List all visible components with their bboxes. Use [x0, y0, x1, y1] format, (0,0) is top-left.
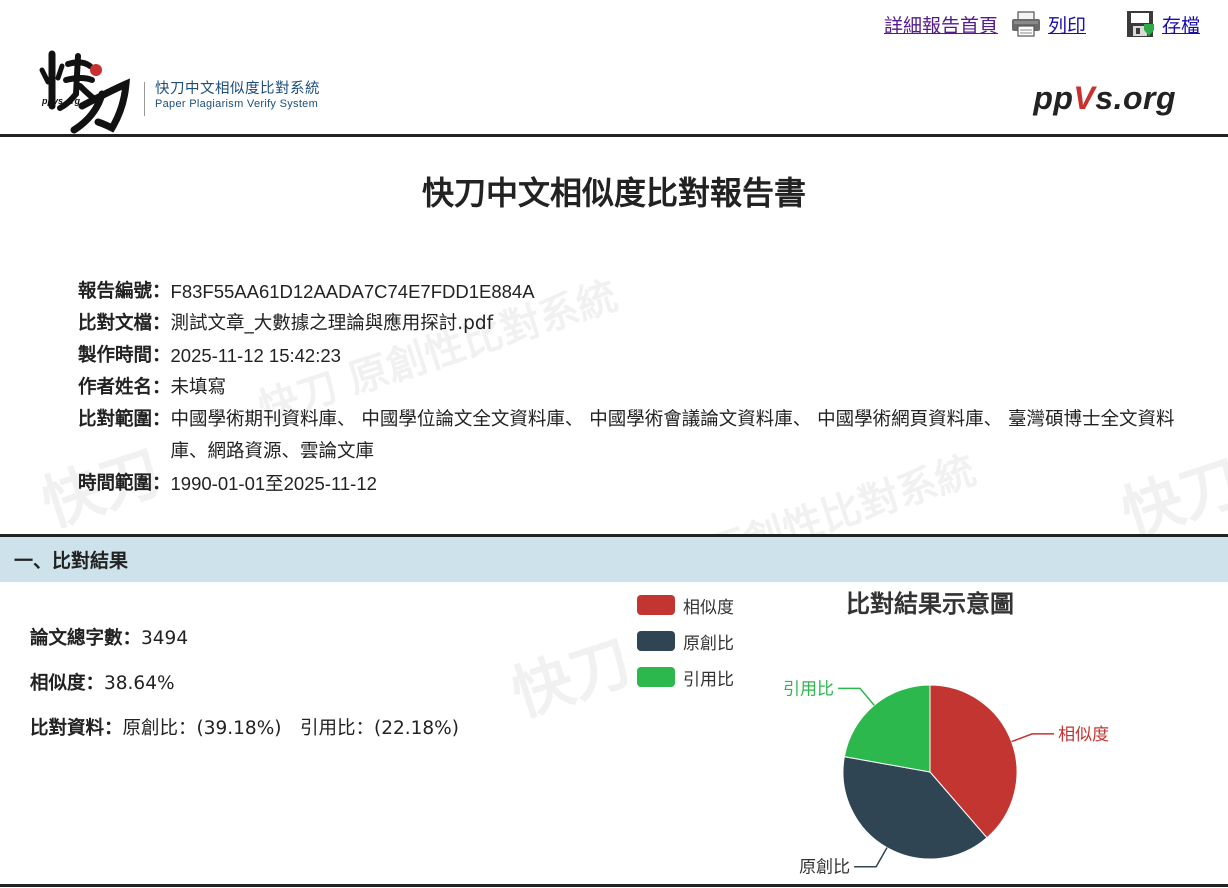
pie-slice-label: 相似度	[1058, 725, 1109, 745]
file-value: 測試文章_大數據之理論與應用探討.pdf	[170, 313, 494, 334]
legend-label: 引用比	[683, 669, 734, 690]
word-count-label: 論文總字數：	[30, 628, 142, 649]
similarity-label: 相似度：	[30, 673, 105, 694]
chart-legend: 相似度 原創比 引用比	[637, 587, 734, 695]
time-label: 製作時間：	[78, 345, 171, 366]
pie-chart: 相似度原創比 引用比	[783, 679, 1109, 878]
ppvs-brand-logo: ppVs.org	[1033, 80, 1176, 116]
file-label: 比對文檔：	[78, 313, 171, 334]
author-label: 作者姓名：	[78, 377, 171, 398]
pie-label-line	[1011, 733, 1055, 743]
section-header: 一、比對結果	[0, 537, 1228, 582]
pie-slice[interactable]	[843, 684, 931, 773]
chart-title: 比對結果示意圖	[846, 590, 1014, 618]
pie-slice-label: 引用比	[783, 679, 834, 699]
legend-swatch	[637, 667, 675, 687]
legend-item[interactable]: 引用比	[637, 659, 734, 695]
print-link[interactable]: 列印	[1048, 11, 1086, 38]
svg-text:ppvs.org: ppvs.org	[41, 96, 81, 106]
similarity-value: 38.64%	[104, 673, 175, 694]
range-label: 時間範圍：	[78, 473, 171, 494]
save-icon[interactable]	[1124, 10, 1156, 38]
compare-value: 原創比：(39.18%) 引用比：(22.18%)	[122, 718, 459, 739]
header-divider	[0, 134, 1228, 137]
logo-title-zh: 快刀中文相似度比對系統	[155, 81, 320, 97]
legend-item[interactable]: 原創比	[637, 623, 734, 659]
top-links: 詳細報告首頁 列印 存檔	[884, 10, 1200, 38]
pie-slice-label: 原創比	[799, 858, 850, 878]
report-home-link[interactable]: 詳細報告首頁	[884, 11, 998, 38]
author-value: 未填寫	[170, 377, 227, 398]
stat-word-count: 論文總字數：3494	[30, 616, 459, 661]
info-row-scope: 比對範圍： 中國學術期刊資料庫、 中國學位論文全文資料庫、 中國學術會議論文資料…	[78, 404, 1203, 468]
printer-icon[interactable]	[1010, 10, 1042, 38]
legend-swatch	[637, 631, 675, 651]
logo-title-en: Paper Plagiarism Verify System	[155, 98, 319, 111]
compare-label: 比對資料：	[30, 718, 123, 739]
info-row-file: 比對文檔： 測試文章_大數據之理論與應用探討.pdf	[78, 308, 1203, 340]
report-title: 快刀中文相似度比對報告書	[421, 174, 806, 212]
kuaidao-logo: ppvs.org	[38, 46, 138, 134]
logo-divider	[144, 82, 145, 116]
legend-label: 原創比	[683, 633, 734, 654]
info-row-author: 作者姓名： 未填寫	[78, 372, 1203, 404]
footer-divider	[0, 884, 1228, 887]
info-row-time: 製作時間： 2025-11-12 15:42:23	[78, 340, 1203, 372]
report-id-label: 報告編號：	[78, 281, 171, 302]
scope-label: 比對範圍：	[78, 409, 171, 430]
pie-label-line	[838, 687, 875, 706]
save-link[interactable]: 存檔	[1162, 11, 1200, 38]
scope-value: 中國學術期刊資料庫、 中國學位論文全文資料庫、 中國學術會議論文資料庫、 中國學…	[170, 409, 1175, 462]
report-info: 報告編號： F83F55AA61D12AADA7C74E7FDD1E884A 比…	[78, 276, 1203, 500]
logo-text: 快刀中文相似度比對系統 Paper Plagiarism Verify Syst…	[155, 80, 320, 112]
stat-compare: 比對資料：原創比：(39.18%) 引用比：(22.18%)	[30, 706, 459, 751]
legend-label: 相似度	[683, 597, 734, 618]
range-value: 1990-01-01至2025-11-12	[170, 473, 377, 494]
legend-swatch	[637, 595, 675, 615]
legend-item[interactable]: 相似度	[637, 587, 734, 623]
section-title: 一、比對結果	[14, 550, 129, 572]
word-count-value: 3494	[141, 628, 189, 649]
info-row-range: 時間範圍： 1990-01-01至2025-11-12	[78, 468, 1203, 500]
stat-similarity: 相似度：38.64%	[30, 661, 459, 706]
watermark: 快刀	[503, 626, 640, 731]
pie-label-line	[854, 847, 888, 868]
report-id-value: F83F55AA61D12AADA7C74E7FDD1E884A	[170, 281, 535, 302]
result-stats: 論文總字數：3494 相似度：38.64% 比對資料：原創比：(39.18%) …	[30, 616, 459, 751]
info-row-report-id: 報告編號： F83F55AA61D12AADA7C74E7FDD1E884A	[78, 276, 1203, 308]
brand-v-mark: V	[1073, 80, 1096, 116]
time-value: 2025-11-12 15:42:23	[170, 345, 341, 366]
